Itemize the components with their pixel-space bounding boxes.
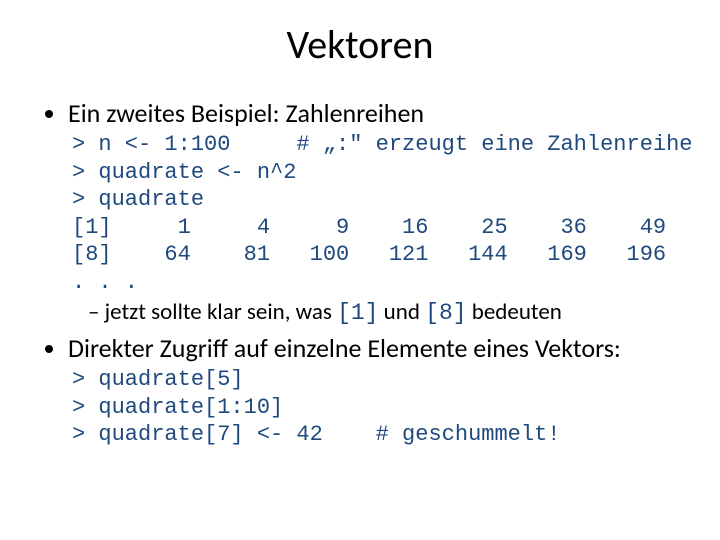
bullet-item-2: Direkter Zugriff auf einzelne Elemente e… <box>68 332 680 449</box>
code-block-2: > quadrate[5] > quadrate[1:10] > quadrat… <box>72 366 680 449</box>
code-block-1: > n <- 1:100 # „:" erzeugt eine Zahlenre… <box>72 131 680 296</box>
sub-item-1: jetzt sollte klar sein, was [1] und [8] … <box>88 298 680 326</box>
sub-text-b: und <box>378 298 425 326</box>
bullet-text-2: Direkter Zugriff auf einzelne Elemente e… <box>68 332 621 364</box>
slide: Vektoren Ein zweites Beispiel: Zahlenrei… <box>0 0 720 540</box>
bullet-item-1: Ein zweites Beispiel: Zahlenreihen > n <… <box>68 97 680 326</box>
bullet-text-1: Ein zweites Beispiel: Zahlenreihen <box>68 97 424 129</box>
bullet-list: Ein zweites Beispiel: Zahlenreihen > n <… <box>40 97 680 449</box>
sub-text-c: bedeuten <box>467 298 562 326</box>
inline-code-2: [8] <box>425 300 466 326</box>
sub-list-1: jetzt sollte klar sein, was [1] und [8] … <box>68 298 680 326</box>
inline-code-1: [1] <box>337 300 378 326</box>
sub-text-a: jetzt sollte klar sein, was <box>105 298 337 326</box>
slide-title: Vektoren <box>40 20 680 69</box>
